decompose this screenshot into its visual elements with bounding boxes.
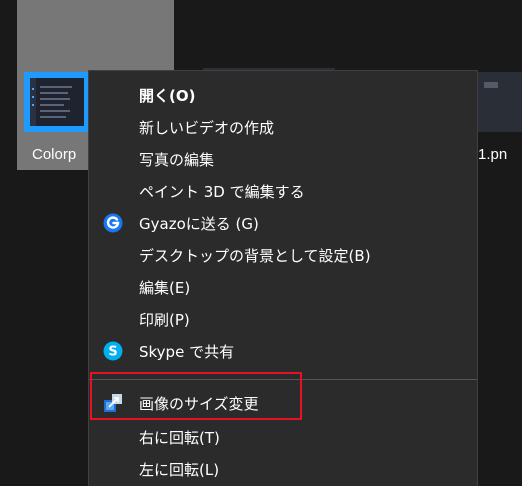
skype-icon: S [103,341,123,361]
menu-item-label: 編集(E) [139,279,191,297]
context-menu: 開く(O) 新しいビデオの作成 写真の編集 ペイント 3D で編集する Gyaz… [88,70,478,486]
thumbnail-row [40,86,72,88]
thumbnail-dot [32,88,34,90]
menu-item-print[interactable]: 印刷(P) [89,303,477,335]
file-thumbnail[interactable] [478,72,522,132]
thumbnail-row [40,116,66,118]
file-name-label[interactable]: Colorp [32,146,76,163]
menu-item-label: Skype で共有 [139,343,235,361]
menu-item-gyazo[interactable]: Gyazoに送る (G) [89,207,477,239]
svg-text:S: S [108,345,117,360]
thumbnail-row [40,104,64,106]
menu-item-label: デスクトップの背景として設定(B) [139,247,371,265]
menu-item-resize-image[interactable]: 画像のサイズ変更 [89,387,477,419]
menu-item-rotate-left[interactable]: 左に回転(L) [89,453,477,485]
thumbnail-row [40,92,68,94]
menu-item-open[interactable]: 開く(O) [89,79,477,111]
menu-item-label: 開く(O) [139,87,196,105]
menu-item-label: 写真の編集 [139,151,215,169]
menu-item-paint-3d[interactable]: ペイント 3D で編集する [89,175,477,207]
menu-item-label: Gyazoに送る (G) [139,215,259,233]
thumbnail-dot [32,96,34,98]
menu-item-edit-photo[interactable]: 写真の編集 [89,143,477,175]
thumbnail-dot [32,104,34,106]
menu-item-edit[interactable]: 編集(E) [89,271,477,303]
menu-item-new-video[interactable]: 新しいビデオの作成 [89,111,477,143]
thumbnail-sidebar [30,78,36,126]
thumbnail-row [40,110,70,112]
desktop: Colorp 1.pn 開く(O) 新しいビデオの作成 写真の編集 ペイント 3… [0,0,522,486]
menu-item-label: 新しいビデオの作成 [139,119,275,137]
gyazo-icon [103,213,123,233]
menu-item-label: 印刷(P) [139,311,190,329]
menu-item-label: 左に回転(L) [139,461,220,479]
menu-item-rotate-right[interactable]: 右に回転(T) [89,421,477,453]
file-name-label[interactable]: 1.pn [478,146,507,163]
menu-item-set-background[interactable]: デスクトップの背景として設定(B) [89,239,477,271]
menu-separator [89,379,477,380]
menu-item-label: ペイント 3D で編集する [139,183,305,201]
thumbnail-detail [484,82,498,88]
menu-item-skype-share[interactable]: S Skype で共有 [89,335,477,367]
image-resizer-icon [103,393,123,413]
thumbnail-preview [30,78,84,126]
thumbnail-row [40,98,70,100]
file-thumbnail[interactable] [24,72,90,132]
menu-item-label: 右に回転(T) [139,429,220,447]
menu-item-label: 画像のサイズ変更 [139,395,259,413]
